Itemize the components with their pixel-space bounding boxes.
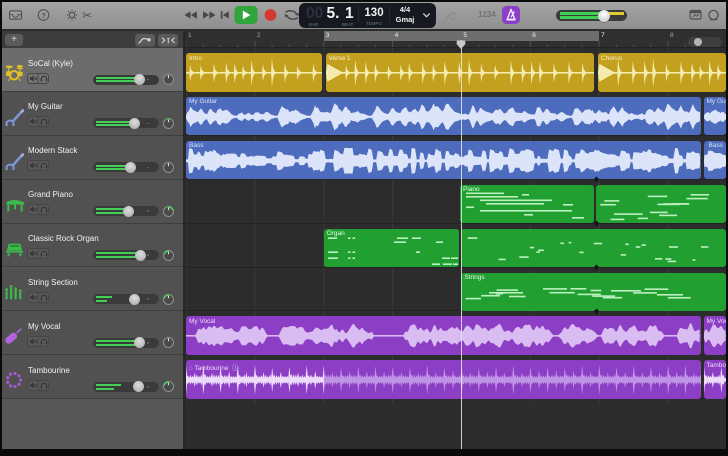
svg-text:?: ?: [41, 11, 46, 20]
svg-text:✂: ✂: [82, 9, 92, 23]
